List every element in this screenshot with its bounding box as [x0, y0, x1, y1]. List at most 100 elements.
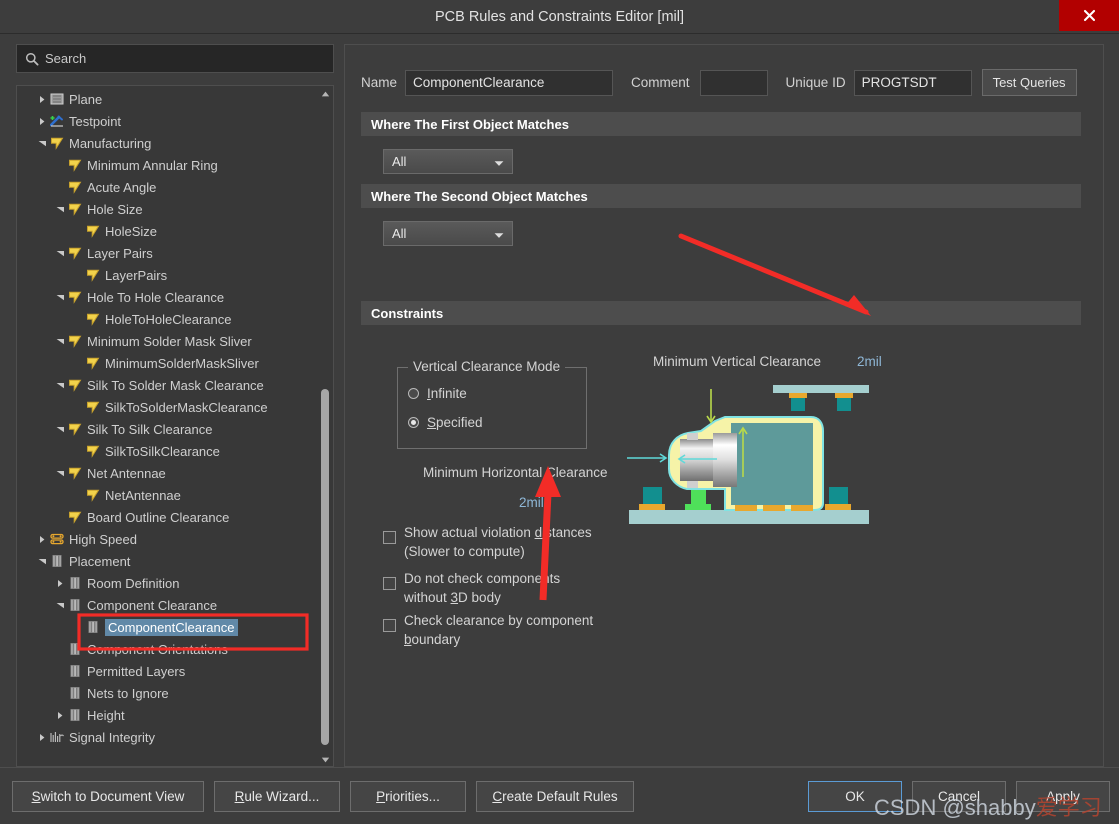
tree-item-label: Minimum Solder Mask Sliver: [87, 333, 252, 349]
tree-item-holetoholeclearance[interactable]: HoleToHoleClearance: [17, 308, 317, 330]
manufacturing-icon: [67, 333, 83, 349]
scrollbar-thumb[interactable]: [321, 389, 329, 745]
tree-item-permitted-layers[interactable]: Permitted Layers: [17, 660, 317, 682]
testpoint-icon: [49, 113, 65, 129]
placement-icon: [67, 641, 83, 657]
tree-item-minimum-annular-ring[interactable]: Minimum Annular Ring: [17, 154, 317, 176]
chevron-right-icon[interactable]: [35, 88, 49, 110]
window-title: PCB Rules and Constraints Editor [mil]: [434, 9, 684, 25]
checkbox-show-actual-violation-distances[interactable]: Show actual violation distances (Slower t…: [383, 523, 613, 561]
tree-item-componentclearance[interactable]: ComponentClearance: [17, 616, 317, 638]
chevron-down-icon[interactable]: [53, 286, 67, 308]
tree-item-plane[interactable]: Plane: [17, 88, 317, 110]
tree-item-hole-to-hole-clearance[interactable]: Hole To Hole Clearance: [17, 286, 317, 308]
tree-item-manufacturing[interactable]: Manufacturing: [17, 132, 317, 154]
tree-item-layerpairs[interactable]: LayerPairs: [17, 264, 317, 286]
tree-item-component-clearance[interactable]: Component Clearance: [17, 594, 317, 616]
chevron-down-icon[interactable]: [53, 594, 67, 616]
tree-item-label: Hole Size: [87, 201, 143, 217]
tree-item-room-definition[interactable]: Room Definition: [17, 572, 317, 594]
chevron-right-icon[interactable]: [53, 572, 67, 594]
tree-item-layer-pairs[interactable]: Layer Pairs: [17, 242, 317, 264]
tree-item-holesize[interactable]: HoleSize: [17, 220, 317, 242]
first-object-scope-value: All: [392, 154, 407, 169]
manufacturing-icon: [85, 399, 101, 415]
scroll-down-icon[interactable]: [318, 753, 332, 766]
first-object-scope-select[interactable]: All: [383, 149, 513, 174]
chevron-down-icon[interactable]: [53, 330, 67, 352]
tree-item-testpoint[interactable]: Testpoint: [17, 110, 317, 132]
manufacturing-icon: [85, 223, 101, 239]
tree-item-silk-to-silk-clearance[interactable]: Silk To Silk Clearance: [17, 418, 317, 440]
tree-item-silktosoldermaskclearance[interactable]: SilkToSolderMaskClearance: [17, 396, 317, 418]
chevron-right-icon[interactable]: [35, 726, 49, 748]
rules-tree[interactable]: Plane Testpoint Manufacturing Minimum Annul…: [16, 85, 334, 767]
tree-item-net-antennae[interactable]: Net Antennae: [17, 462, 317, 484]
switch-to-document-view-button[interactable]: Switch to Document View: [12, 781, 204, 812]
tree-item-label: Net Antennae: [87, 465, 166, 481]
tree-item-label: Manufacturing: [69, 135, 152, 151]
placement-icon: [67, 707, 83, 723]
manufacturing-icon: [67, 179, 83, 195]
chevron-down-icon[interactable]: [53, 198, 67, 220]
unique-id-input[interactable]: [853, 69, 972, 96]
tree-item-minimum-solder-mask-sliver[interactable]: Minimum Solder Mask Sliver: [17, 330, 317, 352]
tree-item-height[interactable]: Height: [17, 704, 317, 726]
tree-item-high-speed[interactable]: High Speed: [17, 528, 317, 550]
radio-specified[interactable]: Specified: [408, 415, 483, 430]
comment-input[interactable]: [699, 69, 768, 96]
tree-item-netantennae[interactable]: NetAntennae: [17, 484, 317, 506]
manufacturing-icon: [85, 311, 101, 327]
tree-item-silk-to-solder-mask-clearance[interactable]: Silk To Solder Mask Clearance: [17, 374, 317, 396]
rule-wizard-button[interactable]: Rule Wizard...: [214, 781, 340, 812]
ok-button[interactable]: OK: [808, 781, 902, 812]
chevron-down-icon[interactable]: [53, 462, 67, 484]
tree-item-label: High Speed: [69, 531, 137, 547]
radio-infinite[interactable]: Infinite: [408, 386, 467, 401]
priorities-button[interactable]: Priorities...: [350, 781, 466, 812]
checkbox-indicator: [383, 619, 396, 632]
test-queries-button[interactable]: Test Queries: [981, 69, 1077, 96]
tree-item-label: ComponentClearance: [105, 618, 239, 636]
placement-icon: [49, 553, 65, 569]
chevron-down-icon[interactable]: [35, 132, 49, 154]
chevron-down-icon[interactable]: [35, 550, 49, 572]
manufacturing-icon: [49, 135, 65, 151]
name-label: Name: [361, 75, 398, 90]
tree-item-board-outline-clearance[interactable]: Board Outline Clearance: [17, 506, 317, 528]
chevron-down-icon[interactable]: [53, 374, 67, 396]
tree-item-label: LayerPairs: [105, 267, 168, 283]
manufacturing-icon: [67, 509, 83, 525]
minimum-vertical-clearance-value[interactable]: 2mil: [857, 354, 882, 369]
checkbox-check-clearance-by-component-boundary[interactable]: Check clearance by component boundary: [383, 611, 613, 649]
apply-button[interactable]: Apply: [1016, 781, 1110, 812]
tree-item-nets-to-ignore[interactable]: Nets to Ignore: [17, 682, 317, 704]
minimum-horizontal-clearance-value[interactable]: 2mil: [519, 495, 544, 510]
search-box[interactable]: Search: [16, 44, 334, 73]
checkbox-do-not-check-components-without-3d-body[interactable]: Do not check components without 3D body: [383, 569, 613, 607]
chevron-down-icon[interactable]: [53, 242, 67, 264]
tree-item-minimumsoldermasksliver[interactable]: MinimumSolderMaskSliver: [17, 352, 317, 374]
close-icon[interactable]: [1059, 0, 1119, 31]
create-default-rules-button[interactable]: Create Default Rules: [476, 781, 634, 812]
chevron-right-icon[interactable]: [53, 704, 67, 726]
tree-item-signal-integrity[interactable]: Signal Integrity: [17, 726, 317, 748]
second-object-scope-select[interactable]: All: [383, 221, 513, 246]
cancel-button[interactable]: Cancel: [912, 781, 1006, 812]
placement-icon: [67, 685, 83, 701]
name-input[interactable]: [405, 69, 614, 96]
chevron-right-icon[interactable]: [35, 528, 49, 550]
tree-item-placement[interactable]: Placement: [17, 550, 317, 572]
section-first-object: Where The First Object Matches: [361, 112, 1081, 136]
tree-item-silktosilkclearance[interactable]: SilkToSilkClearance: [17, 440, 317, 462]
chevron-down-icon[interactable]: [53, 418, 67, 440]
tree-item-component-orientations[interactable]: Component Orientations: [17, 638, 317, 660]
chevron-right-icon[interactable]: [35, 110, 49, 132]
manufacturing-icon: [67, 289, 83, 305]
scroll-up-icon[interactable]: [318, 87, 332, 101]
tree-item-acute-angle[interactable]: Acute Angle: [17, 176, 317, 198]
tree-scrollbar[interactable]: [318, 87, 332, 766]
tree-item-hole-size[interactable]: Hole Size: [17, 198, 317, 220]
